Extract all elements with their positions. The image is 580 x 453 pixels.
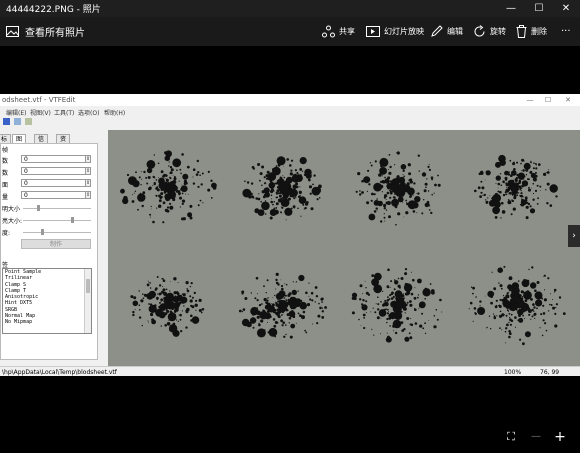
flags-scrollbar	[84, 269, 91, 333]
slider-track-3	[23, 232, 91, 233]
vtfedit-left-panel: 标签 图像 信息 资源 帧 数 0 ⇕ 数 0 ⇕ 面 0 ⇕ 量 0 ⇕ 明大…	[0, 128, 106, 366]
splatter-blob	[130, 276, 205, 337]
slideshow-icon	[366, 26, 380, 37]
slider-thumb-1	[37, 205, 40, 211]
slideshow-button[interactable]: 幻灯片放映	[366, 23, 424, 40]
pencil-icon	[431, 25, 443, 37]
slideshow-label: 幻灯片放映	[384, 27, 424, 36]
spin-arrows-icon: ⇕	[85, 179, 91, 187]
edit-label: 编辑	[447, 27, 463, 36]
window-title: 44444222.PNG - 照片	[6, 5, 101, 15]
field-label-frames: 数	[2, 158, 9, 165]
status-file-path: \hp\AppData\Local\Temp\blodsheet.vtf	[2, 369, 117, 376]
status-zoom: 100%	[504, 369, 522, 376]
vtfedit-titlebar: odsheet.vtf - VTFEdit — ☐ ✕	[0, 94, 580, 106]
next-photo-button[interactable]: ›	[568, 225, 580, 247]
vtfedit-close-icon: ✕	[565, 96, 571, 104]
share-button[interactable]: 共享	[322, 23, 355, 40]
faces-spinbox: 0	[21, 179, 87, 187]
status-coordinates: 76, 99	[540, 369, 560, 376]
splatter-blob	[468, 265, 566, 346]
view-all-photos-label: 查看所有照片	[25, 28, 85, 39]
splatter-blob	[355, 151, 441, 226]
maximize-button[interactable]: ☐	[525, 0, 553, 17]
spin-arrows-icon: ⇕	[85, 167, 91, 175]
displayed-photo: odsheet.vtf - VTFEdit — ☐ ✕ 编辑(E) 视图(V) …	[0, 94, 580, 376]
slider-thumb-2	[71, 217, 74, 223]
flags-list: Point Sample Trilinear Clamp S Clamp T A…	[2, 268, 92, 334]
paste-icon	[25, 118, 32, 125]
field-label-mipmaps: 数	[2, 170, 9, 177]
field-label-frame: 帧	[2, 147, 9, 154]
copy-icon	[14, 118, 21, 125]
spin-arrows-icon: ⇕	[85, 155, 91, 163]
vtfedit-minimize-icon: —	[526, 96, 534, 104]
slider-track-1	[23, 208, 91, 209]
slider-label-1: 明大小	[2, 206, 21, 213]
photo-icon	[6, 26, 19, 37]
view-all-photos-button[interactable]: 查看所有照片	[6, 24, 85, 39]
minimize-button[interactable]: —	[497, 0, 525, 17]
image-tab-panel: 帧 数 0 ⇕ 数 0 ⇕ 面 0 ⇕ 量 0 ⇕ 明大小 亮大小: 度: 制作…	[0, 143, 98, 360]
delete-button[interactable]: 删除	[516, 23, 547, 40]
zoom-out-button[interactable]: —	[529, 430, 543, 444]
vtfedit-title: odsheet.vtf - VTFEdit	[2, 96, 76, 104]
vtfedit-maximize-icon: ☐	[544, 96, 552, 104]
slider-thumb-3	[41, 229, 44, 235]
zoom-in-button[interactable]: +	[553, 430, 567, 444]
vtfedit-menubar: 编辑(E) 视图(V) 工具(T) 选项(O) 帮助(H)	[0, 106, 580, 117]
field-label-faces: 面	[2, 182, 9, 189]
splatter-blob	[120, 150, 217, 224]
share-label: 共享	[339, 27, 355, 36]
field-label-slices: 量	[2, 194, 9, 201]
slider-track-2	[23, 220, 91, 221]
splatter-blob	[351, 268, 443, 343]
splatter-blob	[242, 156, 322, 221]
save-icon	[3, 118, 10, 125]
share-icon	[322, 25, 335, 38]
more-options-button[interactable]: ···	[561, 23, 571, 40]
vtfedit-statusbar: \hp\AppData\Local\Temp\blodsheet.vtf 100…	[0, 366, 580, 376]
photos-titlebar: 44444222.PNG - 照片 — ☐ ✕	[0, 0, 580, 17]
frames-spinbox: 0	[21, 155, 87, 163]
mipmaps-spinbox: 0	[21, 167, 87, 175]
generate-button: 制作	[21, 239, 91, 249]
blood-splatter-texture	[120, 150, 566, 346]
close-button[interactable]: ✕	[552, 0, 580, 17]
rotate-icon	[474, 25, 485, 37]
edit-button[interactable]: 编辑	[430, 23, 463, 40]
slider-label-2: 亮大小:	[2, 218, 23, 225]
slider-label-3: 度:	[2, 230, 11, 237]
texture-viewport	[108, 130, 580, 367]
trash-icon	[516, 25, 527, 38]
list-item: No Mipmap	[5, 319, 33, 326]
slices-spinbox: 0	[21, 191, 87, 199]
splatter-blob	[238, 272, 327, 339]
fit-to-window-button[interactable]: ⛶	[504, 430, 518, 444]
spin-arrows-icon: ⇕	[85, 191, 91, 199]
splatter-blob	[474, 154, 558, 220]
delete-label: 删除	[531, 27, 547, 36]
rotate-button[interactable]: 旋转	[473, 23, 506, 40]
photos-command-bar: 查看所有照片 共享 幻灯片放映 编辑 旋转 删除 ···	[0, 17, 580, 46]
rotate-label: 旋转	[490, 27, 506, 36]
vtfedit-toolbar	[0, 116, 580, 128]
